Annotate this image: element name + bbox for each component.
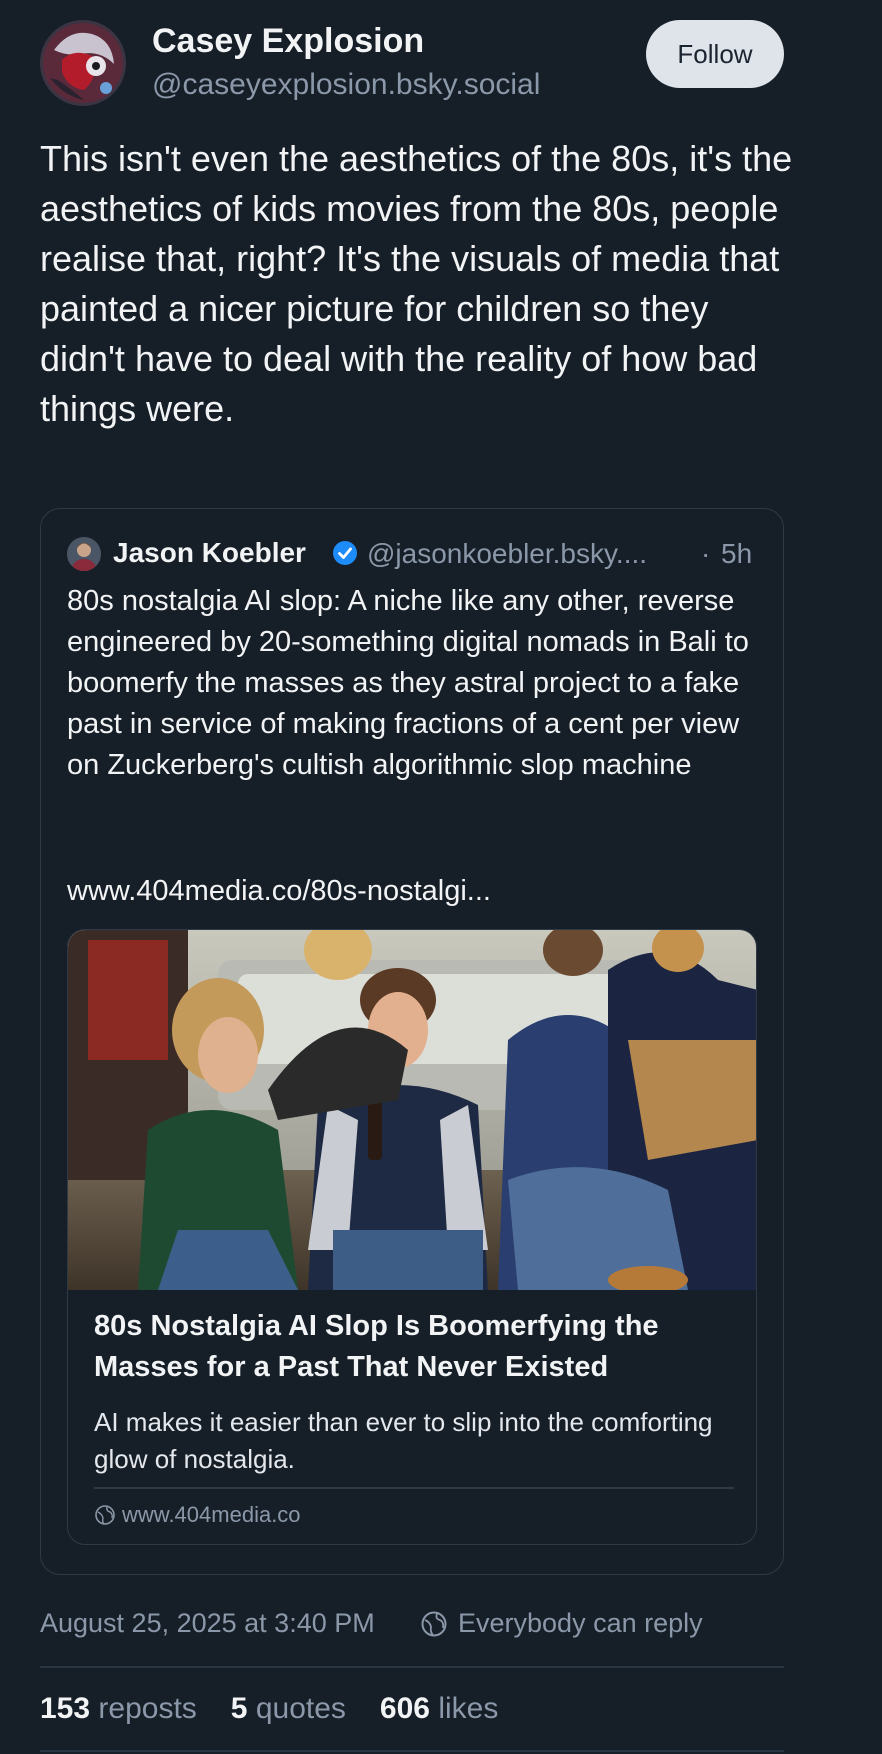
likes-label: likes bbox=[438, 1692, 499, 1725]
link-preview-card[interactable]: 80s Nostalgia AI Slop Is Boomerfying the… bbox=[67, 929, 757, 1545]
post-thread-view: Casey Explosion @caseyexplosion.bsky.soc… bbox=[0, 0, 882, 1754]
stats-divider-bottom bbox=[40, 1750, 784, 1752]
engagement-stats: 153 reposts 5 quotes 606 likes bbox=[40, 1692, 498, 1726]
likes-count: 606 bbox=[379, 1692, 430, 1725]
link-preview-title[interactable]: 80s Nostalgia AI Slop Is Boomerfying the… bbox=[94, 1306, 734, 1388]
author-handle[interactable]: @caseyexplosion.bsky.social bbox=[152, 68, 540, 102]
reply-setting-label: Everybody can reply bbox=[458, 1608, 703, 1638]
quoted-post-text: 80s nostalgia AI slop: A niche like any … bbox=[67, 585, 749, 781]
quoted-author-name[interactable]: Jason Koebler bbox=[113, 537, 306, 569]
quotes-stat[interactable]: 5 quotes bbox=[231, 1692, 346, 1726]
reply-setting[interactable]: Everybody can reply bbox=[420, 1608, 703, 1639]
reposts-label: reposts bbox=[98, 1692, 197, 1725]
reposts-count: 153 bbox=[40, 1692, 91, 1725]
likes-stat[interactable]: 606 likes bbox=[380, 1692, 498, 1726]
follow-button[interactable]: Follow bbox=[646, 20, 784, 88]
link-preview-domain: www.404media.co bbox=[122, 1502, 301, 1527]
quoted-author-avatar[interactable] bbox=[67, 537, 101, 571]
reposts-stat[interactable]: 153 reposts bbox=[40, 1692, 197, 1726]
post-timestamp: August 25, 2025 at 3:40 PM bbox=[40, 1608, 375, 1638]
author-display-name[interactable]: Casey Explosion bbox=[152, 22, 424, 61]
globe-icon bbox=[421, 1611, 447, 1636]
post-body-text: This isn't even the aesthetics of the 80… bbox=[40, 138, 793, 429]
quoted-author-handle[interactable]: @jasonkoebler.bsky.... bbox=[367, 538, 647, 570]
link-preview-domain-row: www.404media.co bbox=[94, 1502, 301, 1528]
quoted-post-card[interactable]: Jason Koebler @jasonkoebler.bsky.... · 5… bbox=[40, 508, 784, 1575]
quoted-post-time: 5h bbox=[721, 538, 753, 569]
stats-divider-top bbox=[40, 1666, 784, 1668]
link-preview-divider bbox=[94, 1487, 734, 1489]
meta-separator: · bbox=[701, 538, 711, 569]
globe-icon bbox=[95, 1505, 115, 1525]
verified-check-icon bbox=[333, 541, 357, 565]
quotes-count: 5 bbox=[230, 1692, 248, 1725]
quotes-label: quotes bbox=[255, 1692, 346, 1725]
link-preview-description: AI makes it easier than ever to slip int… bbox=[94, 1407, 713, 1474]
quoted-post-link[interactable]: www.404media.co/80s-nostalgi... bbox=[67, 875, 491, 908]
link-preview-image bbox=[68, 930, 756, 1294]
author-avatar[interactable] bbox=[40, 20, 126, 106]
